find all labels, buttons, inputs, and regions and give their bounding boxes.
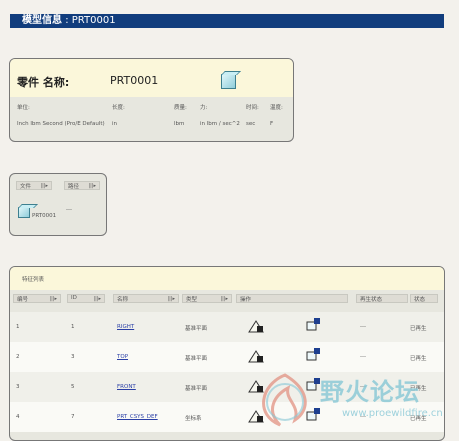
column-header-label: 状态	[414, 297, 426, 303]
relations-icon[interactable]	[248, 350, 264, 363]
row-regen-order: ---	[360, 324, 366, 330]
row-status: 已再生	[410, 326, 427, 332]
row-number: 1	[16, 324, 20, 330]
row-number: 4	[16, 414, 20, 420]
row-regen-order: ---	[360, 354, 366, 360]
mass-header: 质量:	[174, 105, 187, 111]
row-id: 3	[71, 354, 75, 360]
sort-icon: |||▸	[220, 296, 228, 302]
file-header-label: 文件	[20, 184, 32, 190]
file-name: PRT0001	[32, 213, 57, 219]
column-header-label: 编号	[17, 297, 29, 303]
file-column-header[interactable]: 文件 |||▸	[16, 181, 52, 190]
sort-icon: |||▸	[167, 296, 175, 302]
column-header-regen-order[interactable]: 再生状态	[356, 294, 408, 303]
column-header-label: 名称	[117, 297, 129, 303]
file-path: ---	[66, 207, 72, 213]
relations-icon[interactable]	[248, 320, 264, 333]
table-row: 2 3 TOP 基准平面 --- 已再生	[10, 342, 444, 372]
feature-info-icon[interactable]	[306, 348, 320, 361]
row-type: 基准平面	[185, 356, 208, 362]
sort-icon: |||▸	[93, 296, 101, 302]
force-value: in lbm / sec^2	[200, 121, 240, 127]
time-value: sec	[246, 121, 256, 127]
column-header-status[interactable]: 状态	[410, 294, 438, 303]
feature-name-link[interactable]: FRONT	[117, 384, 136, 390]
feature-name-link[interactable]: RIGHT	[117, 324, 134, 330]
feature-list-title: 特征列表	[22, 277, 45, 283]
part-cube-icon	[221, 74, 236, 89]
sort-icon: |||▸	[88, 183, 96, 189]
row-type: 基准平面	[185, 326, 208, 332]
time-header: 时间:	[246, 105, 259, 111]
temperature-header: 温度:	[270, 105, 283, 111]
temperature-value: F	[270, 121, 274, 127]
title-label: 模型信息	[22, 15, 62, 26]
sort-icon: |||▸	[40, 183, 48, 189]
row-id: 1	[71, 324, 75, 330]
length-header: 长度:	[112, 105, 125, 111]
watermark-url: www.proewildfire.cn	[342, 408, 443, 419]
column-header-label: 类型	[186, 297, 198, 303]
column-header-id[interactable]: ID |||▸	[67, 294, 105, 303]
row-type: 坐标系	[185, 416, 202, 422]
watermark: 野火论坛 www.proewildfire.cn	[250, 370, 455, 430]
mass-value: lbm	[174, 121, 185, 127]
column-header-action[interactable]: 操作	[236, 294, 348, 303]
feature-list-header: 特征列表	[10, 267, 444, 290]
column-header-type[interactable]: 类型 |||▸	[182, 294, 232, 303]
length-value: in	[112, 121, 118, 127]
part-label: 零件 名称:	[17, 76, 70, 89]
feature-info-icon[interactable]	[306, 318, 320, 331]
flame-logo-icon	[262, 373, 307, 427]
table-row: 1 1 RIGHT 基准平面 --- 已再生	[10, 312, 444, 342]
sort-icon: |||▸	[49, 296, 57, 302]
row-number: 2	[16, 354, 20, 360]
column-header-label: 操作	[240, 297, 252, 303]
row-id: 5	[71, 384, 75, 390]
watermark-text: 野火论坛	[320, 378, 420, 406]
title-separator: :	[65, 15, 69, 26]
file-cube-icon	[18, 207, 30, 218]
units-value: Inch lbm Second (Pro/E Default)	[17, 121, 105, 127]
feature-name-link[interactable]: TOP	[117, 354, 128, 360]
part-name: PRT0001	[110, 74, 159, 87]
feature-name-link[interactable]: PRT_CSYS_DEF	[117, 414, 158, 420]
units-header: 单位:	[17, 105, 30, 111]
column-header-label: 再生状态	[360, 297, 383, 303]
column-header-label: ID	[71, 295, 77, 301]
path-column-header[interactable]: 路径 |||▸	[64, 181, 100, 190]
title-bar: 模型信息 : PRT0001	[10, 14, 444, 28]
title-model-name: PRT0001	[71, 15, 116, 26]
path-header-label: 路径	[68, 184, 80, 190]
file-panel: 文件 |||▸ 路径 |||▸ PRT0001 ---	[9, 173, 107, 236]
row-id: 7	[71, 414, 75, 420]
row-type: 基准平面	[185, 386, 208, 392]
row-status: 已再生	[410, 356, 427, 362]
row-number: 3	[16, 384, 20, 390]
column-header-name[interactable]: 名称 |||▸	[113, 294, 179, 303]
column-header-number[interactable]: 编号 |||▸	[13, 294, 61, 303]
model-info-panel: 零件 名称: PRT0001 单位: 长度: 质量: 力: 时间: 温度: In…	[9, 58, 294, 142]
force-header: 力:	[200, 105, 208, 111]
